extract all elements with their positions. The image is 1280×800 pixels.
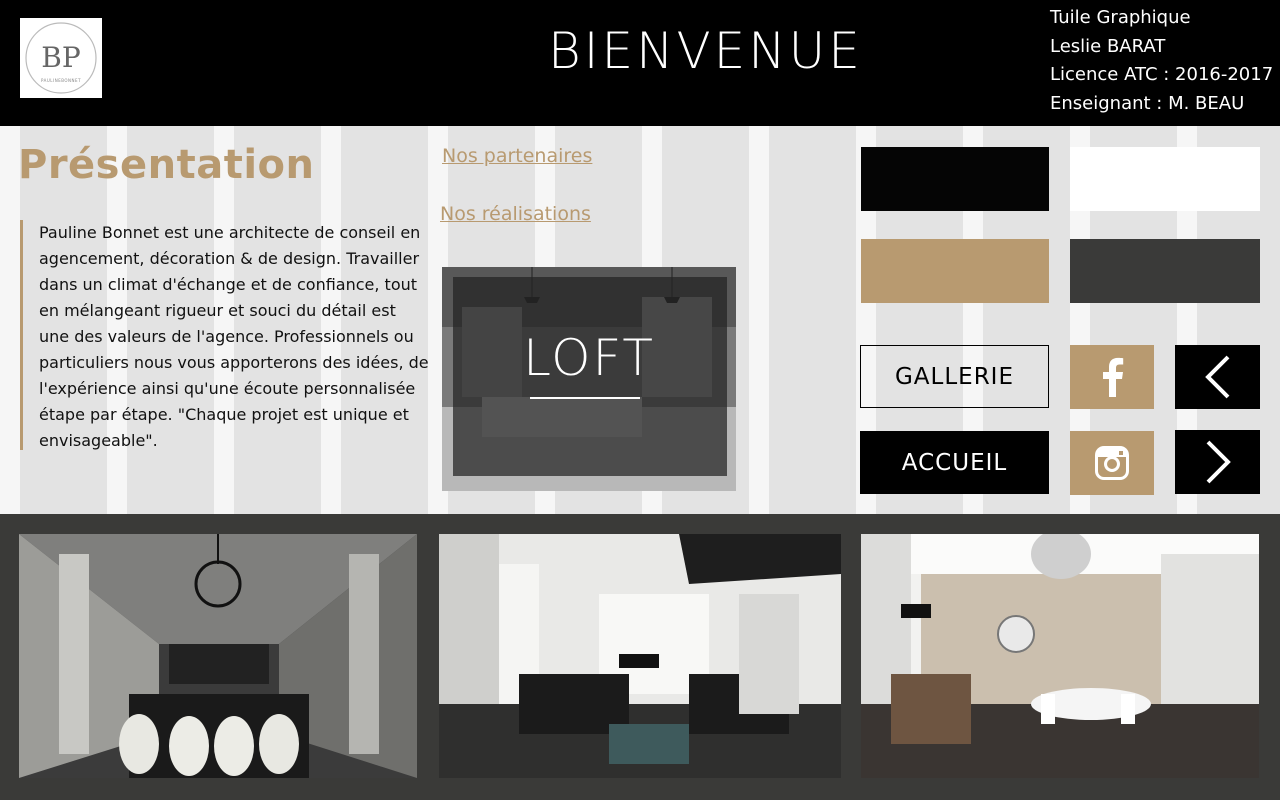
credit-line-2: Leslie BARAT (1050, 35, 1166, 57)
previous-button[interactable] (1175, 345, 1260, 409)
credit-line-4: Enseignant : M. BEAU (1050, 92, 1245, 114)
salon-photo[interactable] (861, 534, 1259, 778)
logo-mark: BP PAULINEBONNET (25, 22, 97, 94)
credit-line-1: Tuile Graphique (1050, 7, 1191, 28)
realisations-link[interactable]: Nos réalisations (440, 203, 591, 225)
brand-logo[interactable]: BP PAULINEBONNET (20, 18, 102, 98)
color-swatch-black (861, 147, 1049, 211)
facebook-button[interactable] (1070, 345, 1154, 409)
chevron-right-icon (1206, 440, 1231, 484)
presentation-text: Pauline Bonnet est une architecte de con… (20, 220, 430, 450)
living-room-image (439, 534, 841, 778)
chevron-left-icon (1204, 355, 1229, 399)
color-swatch-dark-gray (1070, 239, 1260, 303)
living-room-photo[interactable] (439, 534, 841, 778)
next-button[interactable] (1175, 430, 1260, 494)
credits-block: Tuile Graphique Leslie BARAT Licence ATC… (1050, 4, 1273, 118)
credit-line-3: Licence ATC : 2016-2017 (1050, 64, 1274, 85)
page-title: BIENVENUE (548, 22, 863, 80)
partners-link[interactable]: Nos partenaires (442, 145, 592, 167)
gallery-button[interactable]: GALLERIE (860, 345, 1049, 408)
salon-image (861, 534, 1259, 778)
instagram-icon (1095, 446, 1129, 480)
color-swatch-white (1070, 147, 1260, 211)
loft-underline (530, 397, 640, 399)
dining-room-photo[interactable] (19, 534, 417, 778)
svg-text:BP: BP (41, 41, 80, 74)
header-bar: BP PAULINEBONNET BIENVENUE Tuile Graphiq… (0, 0, 1280, 126)
loft-title: LOFT (523, 329, 655, 387)
home-button[interactable]: ACCUEIL (860, 431, 1049, 494)
instagram-button[interactable] (1070, 431, 1154, 495)
presentation-title: Présentation (18, 142, 315, 188)
dining-room-image (19, 534, 417, 778)
svg-text:PAULINEBONNET: PAULINEBONNET (41, 78, 81, 83)
color-swatch-gold (861, 239, 1049, 303)
facebook-icon (1103, 357, 1124, 397)
loft-feature-card[interactable]: LOFT (442, 267, 736, 491)
